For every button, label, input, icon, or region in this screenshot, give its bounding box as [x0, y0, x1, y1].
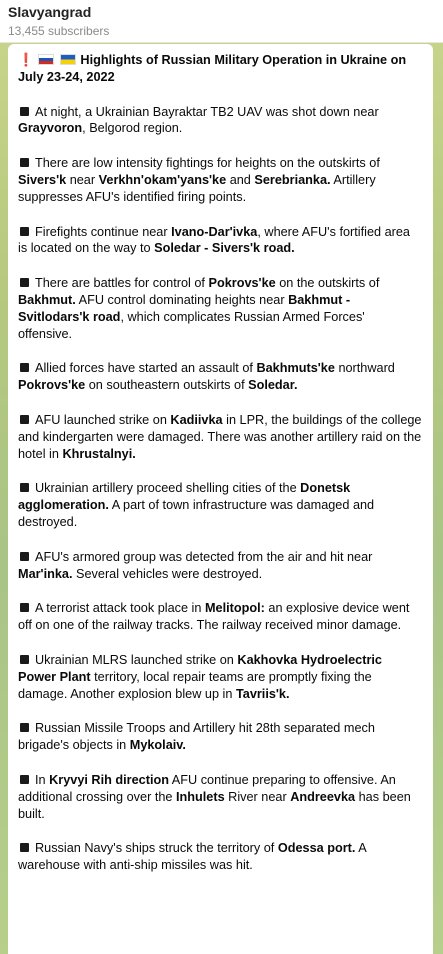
- square-bullet-icon: [20, 483, 29, 493]
- item-text: In: [35, 772, 50, 787]
- item-text: There are battles for control of: [35, 276, 209, 291]
- russia-flag-icon: [38, 54, 55, 65]
- bold-place-name: Tavriis'k.: [235, 686, 290, 701]
- item-text: Firefights continue near: [35, 224, 172, 239]
- item-text: Ukrainian MLRS launched strike on: [35, 652, 238, 667]
- square-bullet-icon: [20, 603, 29, 613]
- item-text: At night, a Ukrainian Bayraktar TB2 UAV …: [35, 104, 379, 119]
- bold-place-name: Odessa port.: [277, 841, 356, 856]
- bold-place-name: Pokrovs'ke: [18, 378, 86, 393]
- bold-place-name: Bakhmut.: [18, 292, 76, 307]
- bold-place-name: Soledar.: [248, 378, 298, 393]
- item-text: There are low intensity fightings for he…: [35, 156, 380, 171]
- bold-place-name: Ivano-Dar'ivka: [171, 224, 258, 239]
- list-item: Allied forces have started an assault of…: [18, 360, 422, 394]
- list-item: Firefights continue near Ivano-Dar'ivka,…: [18, 224, 422, 258]
- item-text: Russian Navy's ships struck the territor…: [35, 841, 278, 856]
- bold-place-name: Pokrovs'ke: [208, 276, 276, 291]
- bold-place-name: Soledar - Sivers'k road.: [154, 241, 295, 256]
- item-text: , Belgorod region.: [82, 121, 183, 136]
- item-text: and: [226, 172, 255, 187]
- bold-place-name: Andreevka: [290, 789, 356, 804]
- bold-place-name: Kadiivka: [170, 412, 223, 427]
- list-item: Russian Missile Troops and Artillery hit…: [18, 720, 422, 754]
- list-item: Russian Navy's ships struck the territor…: [18, 840, 422, 874]
- bold-place-name: Verkhn'okam'yans'ke: [98, 172, 227, 187]
- item-text: Ukrainian artillery proceed shelling cit…: [35, 481, 301, 496]
- item-text: A terrorist attack took place in: [35, 601, 205, 616]
- item-text: AFU's armored group was detected from th…: [35, 549, 373, 564]
- item-text: Several vehicles were destroyed.: [72, 566, 263, 581]
- bold-place-name: Serebrianka.: [254, 172, 331, 187]
- item-text: AFU control dominating heights near: [75, 292, 289, 307]
- list-item: There are battles for control of Pokrovs…: [18, 275, 422, 342]
- bold-place-name: Sivers'k: [18, 172, 67, 187]
- ukraine-flag-icon: [59, 54, 76, 65]
- bold-place-name: Grayvoron: [18, 121, 83, 136]
- square-bullet-icon: [20, 774, 29, 784]
- channel-name[interactable]: Slavyangrad: [8, 4, 91, 20]
- item-text: Allied forces have started an assault of: [35, 361, 257, 376]
- list-item: Ukrainian artillery proceed shelling cit…: [18, 480, 422, 530]
- square-bullet-icon: [20, 106, 29, 116]
- square-bullet-icon: [20, 414, 29, 424]
- bold-place-name: Mykolaiv.: [129, 738, 186, 753]
- square-bullet-icon: [20, 843, 29, 853]
- item-text: AFU launched strike on: [35, 412, 171, 427]
- channel-header[interactable]: Slavyangrad 13,455 subscribers: [0, 0, 443, 43]
- post-title: Highlights of Russian Military Operation…: [18, 53, 407, 84]
- bold-place-name: Melitopol:: [204, 601, 265, 616]
- item-text: northward: [334, 361, 395, 376]
- post-items-list: At night, a Ukrainian Bayraktar TB2 UAV …: [18, 104, 422, 874]
- item-text: on the outskirts of: [275, 276, 380, 291]
- bold-place-name: Inhulets: [175, 789, 225, 804]
- message-text: ❗ Highlights of Russian Military Operati…: [18, 52, 422, 892]
- message-bubble: ❗ Highlights of Russian Military Operati…: [8, 44, 433, 954]
- list-item: In Kryvyi Rih direction AFU continue pre…: [18, 772, 422, 822]
- list-item: A terrorist attack took place in Melitop…: [18, 600, 422, 634]
- item-text: near: [66, 172, 99, 187]
- list-item: At night, a Ukrainian Bayraktar TB2 UAV …: [18, 104, 422, 138]
- item-text: on southeastern outskirts of: [85, 378, 249, 393]
- bold-place-name: Khrustalnyi.: [62, 446, 136, 461]
- list-item: There are low intensity fightings for he…: [18, 155, 422, 205]
- list-item: AFU launched strike on Kadiivka in LPR, …: [18, 412, 422, 462]
- list-item: Ukrainian MLRS launched strike on Kakhov…: [18, 652, 422, 702]
- square-bullet-icon: [20, 723, 29, 733]
- bold-place-name: Kryvyi Rih direction: [49, 772, 169, 787]
- square-bullet-icon: [20, 654, 29, 664]
- list-item: AFU's armored group was detected from th…: [18, 549, 422, 583]
- item-text: River near: [224, 789, 291, 804]
- square-bullet-icon: [20, 363, 29, 373]
- bold-place-name: Mar'inka.: [18, 566, 73, 581]
- bold-place-name: Bakhmuts'ke: [256, 361, 335, 376]
- square-bullet-icon: [20, 226, 29, 236]
- post-title-line: ❗ Highlights of Russian Military Operati…: [18, 52, 422, 86]
- item-text: Russian Missile Troops and Artillery hit…: [18, 721, 375, 753]
- subscriber-count: 13,455 subscribers: [8, 24, 110, 38]
- square-bullet-icon: [20, 551, 29, 561]
- exclamation-icon: ❗: [18, 52, 34, 67]
- square-bullet-icon: [20, 158, 29, 168]
- square-bullet-icon: [20, 278, 29, 288]
